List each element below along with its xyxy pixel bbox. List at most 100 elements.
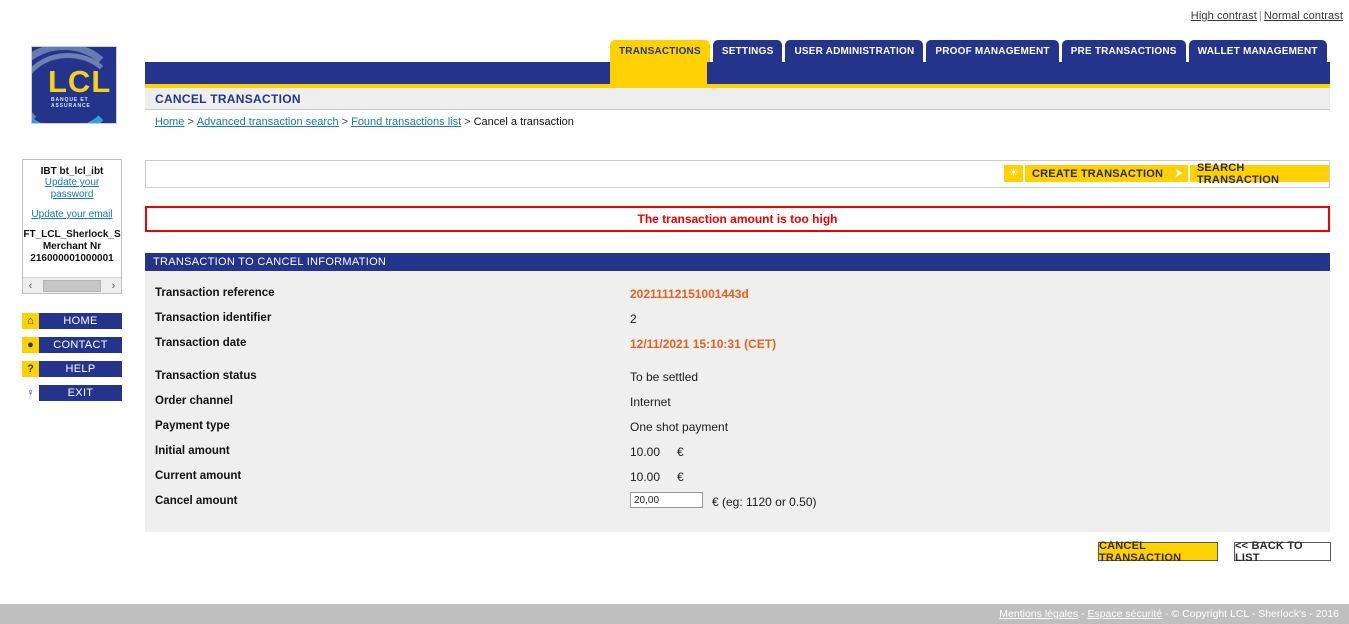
page-footer: Mentions légales - Espace sécurité - © C… [0, 604, 1349, 624]
create-transaction-label: CREATE TRANSACTION [1023, 165, 1171, 182]
tab-pre-transactions[interactable]: PRE TRANSACTIONS [1061, 40, 1186, 62]
value-payment-type: One shot payment [630, 420, 729, 434]
current-amount-currency: € [677, 470, 684, 484]
sidebar-item-help[interactable]: ? HELP [22, 361, 122, 377]
cancel-amount-input[interactable] [630, 492, 703, 508]
section-header: TRANSACTION TO CANCEL INFORMATION [145, 253, 1330, 271]
normal-contrast-link[interactable]: Normal contrast [1264, 10, 1343, 22]
question-mark-icon: ? [22, 361, 39, 377]
breadcrumb-advanced-search[interactable]: Advanced transaction search [197, 116, 339, 128]
speech-bubble-icon: ● [22, 337, 39, 353]
value-order-channel: Internet [630, 395, 671, 409]
cancel-transaction-button[interactable]: CANCEL TRANSACTION [1098, 540, 1218, 564]
value-transaction-identifier: 2 [630, 312, 637, 326]
create-transaction-button[interactable]: ☀ CREATE TRANSACTION [1004, 165, 1171, 182]
label-transaction-status: Transaction status [155, 370, 257, 382]
breadcrumb-sep-2: > [341, 116, 349, 128]
sidebar-item-home[interactable]: ⌂ HOME [22, 313, 122, 329]
logo-tagline: BANQUE ET ASSURANCE [51, 97, 91, 109]
label-initial-amount: Initial amount [155, 445, 230, 457]
label-current-amount: Current amount [155, 470, 242, 482]
detail-row-transaction-date: Transaction date 12/11/2021 15:10:31 (CE… [145, 337, 1330, 362]
update-password-link[interactable]: Update your password [23, 177, 121, 201]
tab-wallet-management[interactable]: WALLET MANAGEMENT [1188, 40, 1327, 62]
contrast-switcher: High contrast | Normal contrast [1191, 10, 1343, 22]
footer-copyright: - © Copyright LCL - Sherlock's - 2016 [1162, 608, 1339, 620]
page-title: CANCEL TRANSACTION [155, 92, 301, 106]
footer-links: Mentions légales - Espace sécurité - © C… [999, 608, 1339, 620]
sidebar-merchant-name: FT_LCL_Sherlock_S [23, 229, 121, 240]
scroll-left-arrow-icon[interactable]: ‹ [23, 280, 38, 292]
error-banner: The transaction amount is too high [145, 206, 1330, 232]
sidebar-merchant-number: 216000001000001 [30, 253, 114, 264]
tab-transactions[interactable]: TRANSACTIONS [610, 40, 710, 62]
tab-user-administration[interactable]: USER ADMINISTRATION [785, 40, 924, 62]
detail-row-cancel-amount: Cancel amount € (eg: 1120 or 0.50) [145, 492, 1330, 520]
breadcrumb-sep-1: > [187, 116, 194, 128]
value-initial-amount: 10.00 € [630, 445, 684, 459]
sidebar-nav: ⌂ HOME ● CONTACT ? HELP ♀ EXIT [22, 313, 122, 409]
label-transaction-identifier: Transaction identifier [155, 312, 272, 324]
page-title-bar: CANCEL TRANSACTION [145, 88, 1330, 110]
detail-row-transaction-status: Transaction status To be settled [145, 370, 1330, 395]
initial-amount-currency: € [677, 445, 684, 459]
sidebar-merchant-label: Merchant Nr [42, 241, 102, 252]
detail-row-initial-amount: Initial amount 10.00 € [145, 445, 1330, 470]
running-person-icon: ⮞ [1170, 165, 1188, 182]
high-contrast-link[interactable]: High contrast [1191, 10, 1257, 22]
detail-row-transaction-reference: Transaction reference 20211112151001443d [145, 287, 1330, 312]
sidebar-item-help-label: HELP [39, 361, 122, 377]
label-payment-type: Payment type [155, 420, 230, 432]
back-to-list-button[interactable]: << BACK TO LIST [1234, 540, 1331, 564]
sidebar-item-contact-label: CONTACT [39, 337, 122, 353]
sidebar-item-exit-label: EXIT [39, 385, 122, 401]
value-transaction-reference: 20211112151001443d [630, 287, 749, 301]
label-transaction-date: Transaction date [155, 337, 247, 349]
cancel-amount-hint: € (eg: 1120 or 0.50) [712, 495, 817, 509]
sidebar-item-exit[interactable]: ♀ EXIT [22, 385, 122, 401]
contrast-separator: | [1258, 10, 1262, 22]
detail-row-order-channel: Order channel Internet [145, 395, 1330, 420]
active-tab-fill [610, 62, 707, 84]
main-tabs: TRANSACTIONS SETTINGS USER ADMINISTRATIO… [610, 40, 1327, 62]
action-toolbar: ☀ CREATE TRANSACTION ⮞ SEARCH TRANSACTIO… [145, 160, 1330, 188]
update-email-link[interactable]: Update your email [23, 209, 121, 221]
nav-band [145, 62, 1330, 84]
detail-row-payment-type: Payment type One shot payment [145, 420, 1330, 445]
sun-burst-icon: ☀ [1004, 165, 1023, 182]
legal-notice-link[interactable]: Mentions légales [999, 608, 1078, 620]
sidebar-item-contact[interactable]: ● CONTACT [22, 337, 122, 353]
breadcrumb-home[interactable]: Home [155, 116, 184, 128]
current-amount-number: 10.00 [630, 470, 661, 484]
scrollbar-thumb[interactable] [43, 279, 101, 292]
detail-row-transaction-identifier: Transaction identifier 2 [145, 312, 1330, 337]
power-icon: ♀ [22, 385, 39, 401]
section-header-label: TRANSACTION TO CANCEL INFORMATION [153, 256, 387, 268]
breadcrumb: Home > Advanced transaction search > Found t… [155, 116, 574, 128]
value-current-amount: 10.00 € [630, 470, 684, 484]
home-icon: ⌂ [22, 313, 39, 329]
error-message: The transaction amount is too high [637, 212, 838, 226]
sidebar-username: IBT bt_lcl_ibt [40, 166, 104, 177]
logo-text: LCL [48, 64, 112, 99]
sidebar-item-home-label: HOME [39, 313, 122, 329]
value-transaction-date: 12/11/2021 15:10:31 (CET) [630, 337, 777, 351]
breadcrumb-current: Cancel a transaction [473, 116, 574, 128]
breadcrumb-found-list[interactable]: Found transactions list [351, 116, 461, 128]
security-space-link[interactable]: Espace sécurité [1087, 608, 1162, 620]
search-transaction-button[interactable]: ⮞ SEARCH TRANSACTION [1170, 162, 1329, 186]
sidebar-user-panel: IBT bt_lcl_ibt Update your password Upda… [22, 159, 122, 294]
scroll-right-arrow-icon[interactable]: › [106, 280, 121, 292]
breadcrumb-sep-3: > [464, 116, 471, 128]
tab-proof-management[interactable]: PROOF MANAGEMENT [926, 40, 1059, 62]
sidebar-horizontal-scrollbar[interactable]: ‹ › [23, 277, 121, 293]
value-transaction-status: To be settled [630, 370, 699, 384]
detail-row-current-amount: Current amount 10.00 € [145, 470, 1330, 495]
lcl-logo[interactable]: LCL BANQUE ET ASSURANCE [31, 46, 117, 124]
tab-settings[interactable]: SETTINGS [712, 40, 783, 62]
label-cancel-amount: Cancel amount [155, 495, 238, 507]
transaction-details-panel: Transaction reference 20211112151001443d… [145, 271, 1330, 532]
label-order-channel: Order channel [155, 395, 233, 407]
